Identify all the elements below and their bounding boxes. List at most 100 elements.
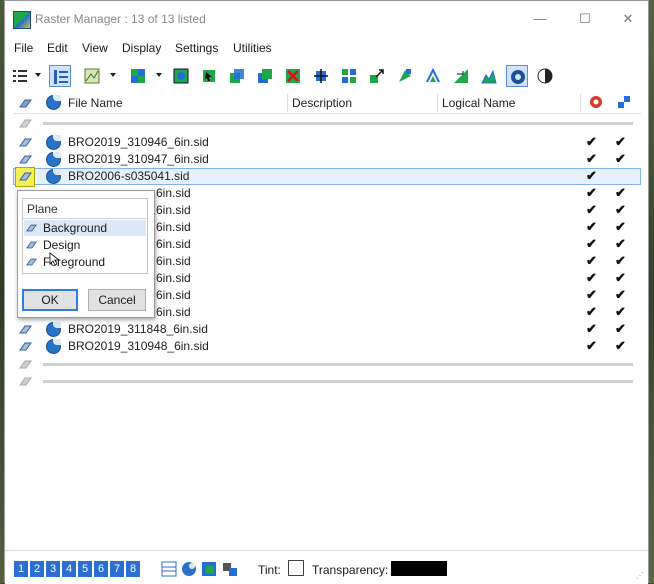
table-row-selected[interactable]: BRO2006-s035041.sid ✔: [13, 167, 641, 187]
view-8-button[interactable]: 8: [126, 561, 140, 577]
view-5-button[interactable]: 5: [78, 561, 92, 577]
snap-check[interactable]: ✔: [615, 287, 626, 303]
scale-raster-icon[interactable]: [366, 65, 388, 87]
table-row[interactable]: BRO2019_310947_6in.sid ✔ ✔: [13, 151, 641, 168]
chevron-down-icon[interactable]: [156, 73, 162, 77]
list-view-icon[interactable]: [9, 65, 31, 87]
view-4-button[interactable]: 4: [62, 561, 76, 577]
close-button[interactable]: ✕: [608, 7, 648, 31]
raster-view-icon[interactable]: [170, 65, 192, 87]
view-1-button[interactable]: 1: [14, 561, 28, 577]
snap-check[interactable]: ✔: [615, 202, 626, 218]
maximize-button[interactable]: ☐: [565, 7, 605, 31]
layers-status-icon[interactable]: [221, 560, 239, 578]
column-divider[interactable]: [437, 94, 438, 112]
display-check[interactable]: ✔: [586, 253, 597, 269]
raster-map-icon[interactable]: [81, 65, 103, 87]
title-bar[interactable]: Raster Manager : 13 of 13 listed — ☐ ✕: [5, 1, 648, 37]
globe-column-icon[interactable]: [46, 95, 61, 110]
plane-icon[interactable]: [19, 341, 32, 352]
plane-column-icon[interactable]: [19, 98, 32, 109]
warp-raster-icon[interactable]: [394, 65, 416, 87]
clip-raster-icon[interactable]: [422, 65, 444, 87]
display-check[interactable]: ✔: [586, 151, 597, 167]
snap-check[interactable]: ✔: [615, 151, 626, 167]
snap-column-icon[interactable]: [617, 95, 631, 109]
details-view-icon[interactable]: [49, 65, 71, 87]
ok-button[interactable]: OK: [22, 289, 78, 311]
tile-raster-icon[interactable]: [338, 65, 360, 87]
display-check[interactable]: ✔: [586, 168, 597, 184]
column-header-description[interactable]: Description: [292, 96, 352, 110]
table-view-icon[interactable]: [160, 560, 178, 578]
view-7-button[interactable]: 7: [110, 561, 124, 577]
snap-check[interactable]: ✔: [615, 338, 626, 354]
delete-raster-icon[interactable]: [282, 65, 304, 87]
menu-settings[interactable]: Settings: [175, 41, 218, 55]
table-row[interactable]: BRO2019_311848_6in.sid ✔ ✔: [13, 321, 641, 338]
snap-check[interactable]: ✔: [615, 219, 626, 235]
contrast-icon[interactable]: [534, 65, 556, 87]
table-row[interactable]: BRO2019_310946_6in.sid ✔ ✔: [13, 134, 641, 151]
display-check[interactable]: ✔: [586, 270, 597, 286]
chevron-down-icon[interactable]: [35, 73, 41, 77]
menu-view[interactable]: View: [82, 41, 108, 55]
view-6-button[interactable]: 6: [94, 561, 108, 577]
plane-option-background[interactable]: Background: [24, 220, 146, 236]
transparency-color-swatch[interactable]: [391, 561, 447, 576]
globe-status-icon[interactable]: [180, 560, 198, 578]
copy-raster-icon[interactable]: [254, 65, 276, 87]
snap-check[interactable]: ✔: [615, 270, 626, 286]
globe-icon: [46, 152, 61, 167]
attach-raster-icon[interactable]: [127, 65, 149, 87]
cancel-button[interactable]: Cancel: [88, 289, 146, 311]
display-check[interactable]: ✔: [586, 185, 597, 201]
display-check[interactable]: ✔: [586, 304, 597, 320]
chevron-down-icon[interactable]: [110, 73, 116, 77]
snap-check[interactable]: ✔: [615, 134, 626, 150]
mask-raster-icon[interactable]: [450, 65, 472, 87]
plane-option-design[interactable]: Design: [24, 237, 146, 253]
menu-display[interactable]: Display: [122, 41, 161, 55]
resize-grip-icon[interactable]: ⋰: [636, 571, 644, 580]
plane-list-header: Plane: [23, 199, 147, 219]
plane-option-foreground[interactable]: Foreground: [24, 254, 146, 270]
snap-check[interactable]: ✔: [615, 236, 626, 252]
display-raster-icon[interactable]: [506, 65, 528, 87]
column-divider[interactable]: [580, 94, 581, 112]
plane-icon[interactable]: [19, 171, 32, 182]
move-raster-icon[interactable]: [226, 65, 248, 87]
display-check[interactable]: ✔: [586, 321, 597, 337]
display-check[interactable]: ✔: [586, 236, 597, 252]
raster-status-icon[interactable]: [200, 560, 218, 578]
menu-edit[interactable]: Edit: [47, 41, 68, 55]
snap-check[interactable]: ✔: [615, 304, 626, 320]
column-divider[interactable]: [287, 94, 288, 112]
plane-icon[interactable]: [19, 324, 32, 335]
display-column-icon[interactable]: [589, 95, 603, 109]
plane-icon[interactable]: [19, 154, 32, 165]
menu-file[interactable]: File: [14, 41, 33, 55]
plane-icon[interactable]: [19, 137, 32, 148]
display-check[interactable]: ✔: [586, 338, 597, 354]
display-check[interactable]: ✔: [586, 287, 597, 303]
terrain-raster-icon[interactable]: [478, 65, 500, 87]
tint-checkbox[interactable]: [288, 560, 304, 576]
select-raster-icon[interactable]: [198, 65, 220, 87]
minimize-button[interactable]: —: [520, 7, 560, 31]
table-row[interactable]: BRO2019_310948_6in.sid ✔ ✔: [13, 338, 641, 355]
snap-check[interactable]: ✔: [615, 253, 626, 269]
display-check[interactable]: ✔: [586, 134, 597, 150]
display-check[interactable]: ✔: [586, 202, 597, 218]
transform-raster-icon[interactable]: [310, 65, 332, 87]
menu-utilities[interactable]: Utilities: [233, 41, 272, 55]
file-name: BRO2019_310946_6in.sid: [68, 135, 209, 149]
raster-list[interactable]: BRO2019_310946_6in.sid ✔ ✔ BRO2019_31094…: [13, 115, 641, 545]
column-header-file-name[interactable]: File Name: [68, 96, 123, 110]
view-2-button[interactable]: 2: [30, 561, 44, 577]
display-check[interactable]: ✔: [586, 219, 597, 235]
column-header-logical-name[interactable]: Logical Name: [442, 96, 515, 110]
snap-check[interactable]: ✔: [615, 321, 626, 337]
view-3-button[interactable]: 3: [46, 561, 60, 577]
snap-check[interactable]: ✔: [615, 185, 626, 201]
